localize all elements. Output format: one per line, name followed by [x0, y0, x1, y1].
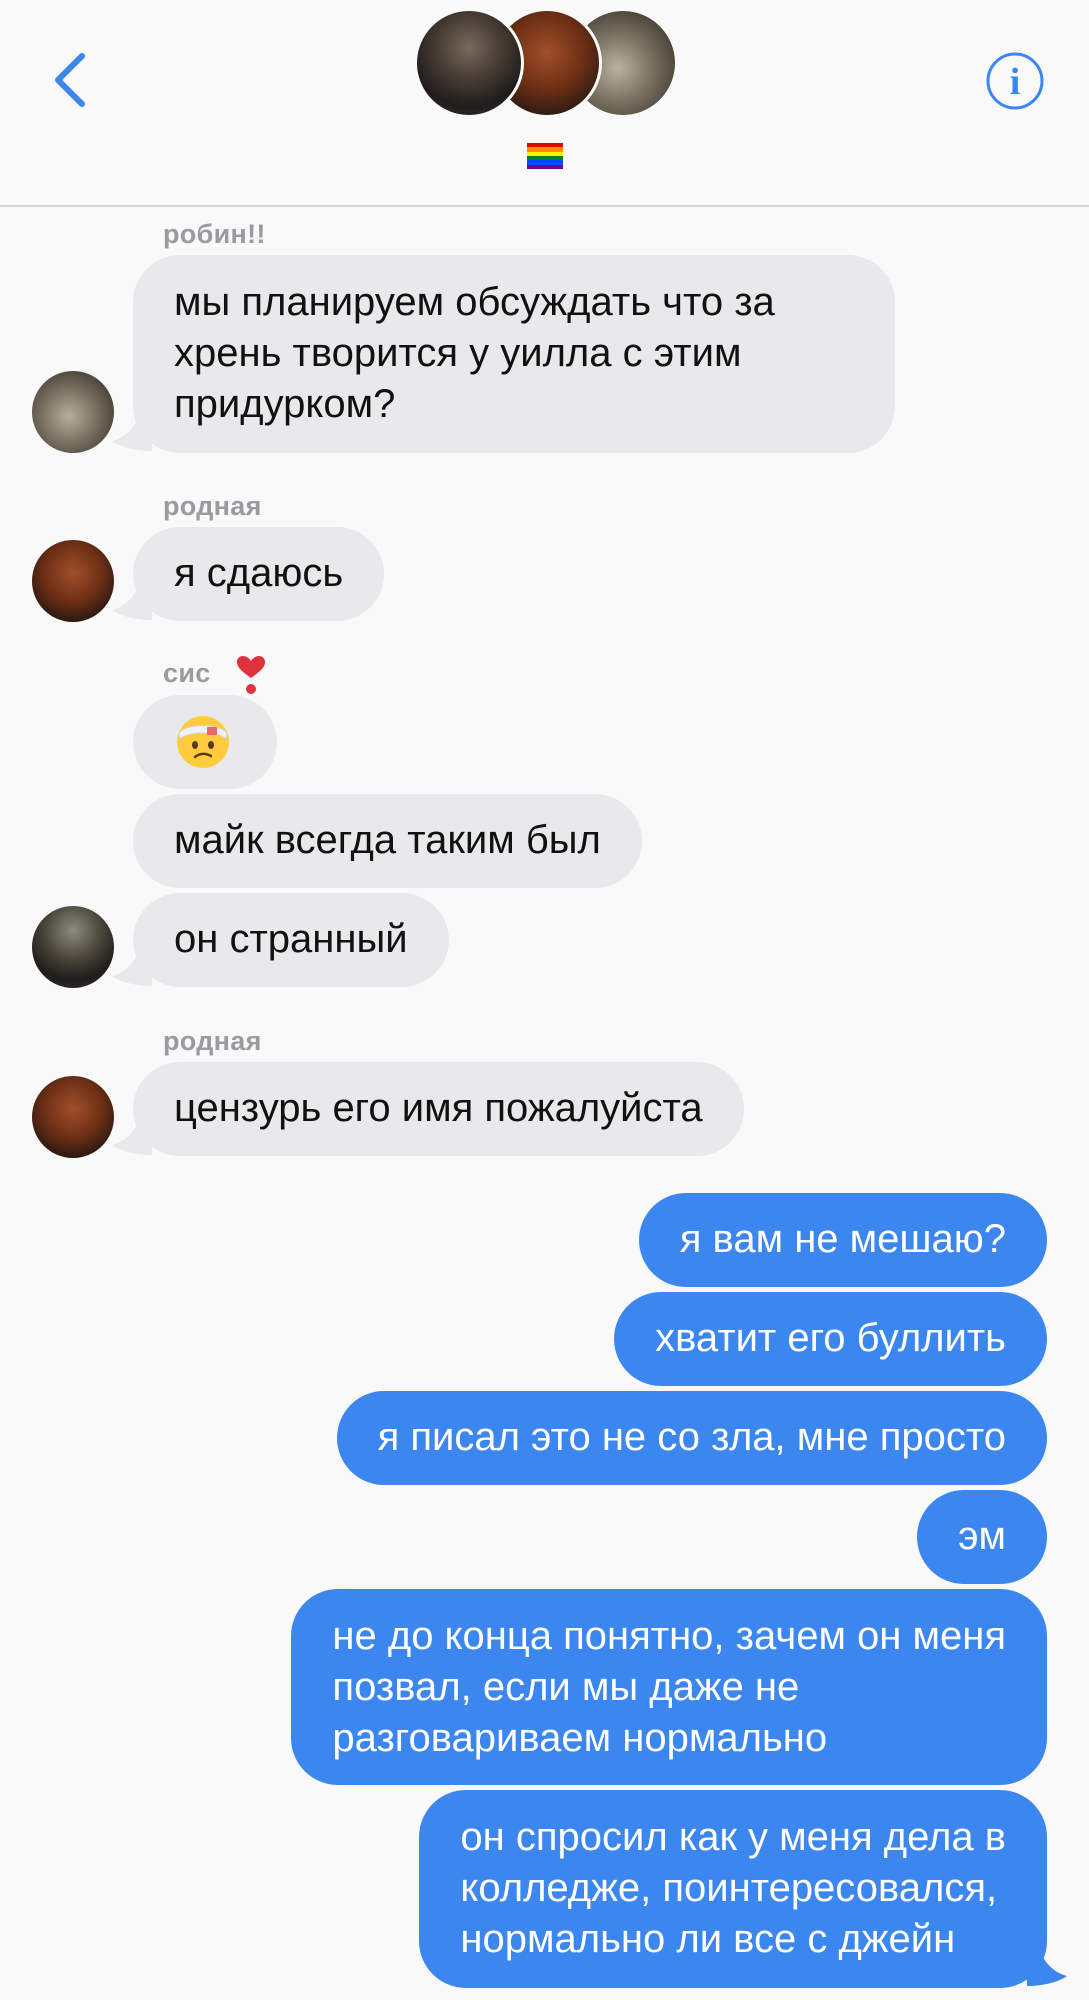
sender-name: родная	[163, 491, 262, 521]
face-with-head-bandage-icon	[177, 716, 229, 768]
emoji-message-bubble[interactable]	[133, 695, 277, 789]
group-avatar-1	[414, 8, 524, 118]
rainbow-flag-icon	[527, 143, 563, 169]
outgoing-message-bubble[interactable]: я писал это не со зла, мне просто	[336, 1391, 1047, 1485]
avatar[interactable]	[32, 371, 114, 453]
incoming-message-bubble[interactable]: мы планируем обсуждать что за хрень твор…	[133, 255, 895, 453]
bubble-tail	[1027, 1946, 1067, 1986]
avatar[interactable]	[32, 1076, 114, 1158]
outgoing-message-bubble[interactable]: он спросил как у меня дела в колледже, п…	[419, 1790, 1047, 1988]
group-avatars[interactable]	[414, 8, 678, 118]
conversation-header: i	[0, 0, 1089, 207]
bubble-tail	[112, 1115, 152, 1155]
incoming-message-bubble[interactable]: цензурь его имя пожалуйста	[133, 1062, 744, 1156]
incoming-message-bubble[interactable]: майк всегда таким был	[133, 794, 642, 888]
info-circle-icon[interactable]: i	[985, 51, 1045, 111]
sender-name: сис	[163, 658, 211, 688]
avatar[interactable]	[32, 906, 114, 988]
bubble-tail	[112, 946, 152, 986]
sender-name: родная	[163, 1026, 262, 1056]
sender-name: робин!!	[163, 219, 266, 249]
bubble-tail	[112, 580, 152, 620]
avatar[interactable]	[32, 540, 114, 622]
outgoing-message-bubble[interactable]: не до конца понятно, зачем он меня позва…	[291, 1589, 1047, 1785]
svg-text:i: i	[1010, 61, 1021, 103]
incoming-message-bubble[interactable]: я сдаюсь	[133, 527, 385, 621]
outgoing-message-bubble[interactable]: эм	[917, 1490, 1047, 1584]
outgoing-message-bubble[interactable]: хватит его буллить	[614, 1292, 1047, 1386]
incoming-message-bubble[interactable]: он странный	[133, 893, 449, 987]
bubble-tail	[112, 411, 152, 451]
heart-exclamation-icon	[237, 656, 265, 694]
chevron-left-icon[interactable]	[50, 50, 90, 110]
outgoing-message-bubble[interactable]: я вам не мешаю?	[638, 1193, 1047, 1287]
